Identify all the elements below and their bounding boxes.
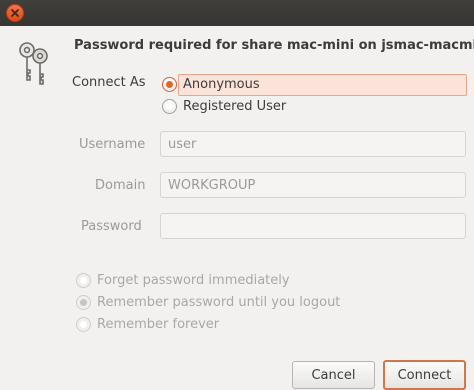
radio-anonymous[interactable]: Anonymous [162,77,260,92]
radio-indicator [76,273,91,288]
domain-field[interactable] [160,172,466,198]
radio-registered-user-label: Registered User [183,99,287,114]
connect-button[interactable]: Connect [383,360,466,390]
radio-registered-user[interactable]: Registered User [162,99,286,114]
username-field[interactable] [160,131,466,157]
window-titlebar [0,0,474,26]
radio-remember-forever[interactable]: Remember forever [76,317,219,332]
keys-icon [16,40,52,90]
radio-remember-forever-label: Remember forever [97,317,220,332]
radio-indicator [162,77,177,92]
password-field[interactable] [160,213,466,239]
radio-remember-until-logout[interactable]: Remember password until you logout [76,295,340,310]
password-label: Password [81,219,142,234]
radio-indicator [76,317,91,332]
radio-forget-immediately-label: Forget password immediately [97,273,290,288]
close-icon[interactable] [6,4,24,22]
radio-forget-immediately[interactable]: Forget password immediately [76,273,290,288]
dialog-title: Password required for share mac-mini on … [74,38,474,53]
username-label: Username [79,137,146,152]
radio-indicator [76,295,91,310]
domain-label: Domain [95,178,146,193]
radio-anonymous-label: Anonymous [183,77,260,92]
radio-indicator [162,99,177,114]
connect-as-label: Connect As [72,75,146,90]
cancel-button[interactable]: Cancel [292,361,375,389]
radio-remember-until-logout-label: Remember password until you logout [97,295,341,310]
